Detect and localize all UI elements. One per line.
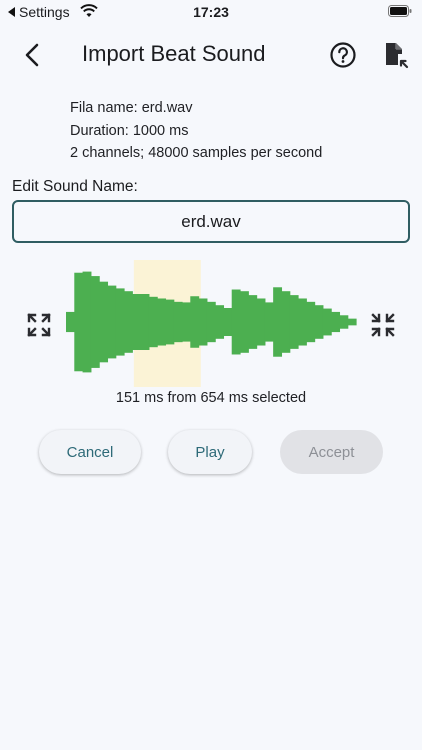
accept-button[interactable]: Accept [280, 430, 383, 474]
waveform-bar [173, 301, 183, 343]
waveform-bar [124, 291, 133, 353]
waveform-bar [107, 285, 117, 359]
waveform-bar [273, 287, 283, 357]
status-bar: Settings 17:23 [0, 0, 422, 24]
waveform-bar [248, 295, 258, 349]
waveform-bar [347, 318, 357, 326]
app-bar: Import Beat Sound [0, 32, 422, 78]
waveform-bar [182, 302, 191, 342]
waveform-bar [306, 301, 316, 343]
file-import-icon [386, 43, 409, 69]
edit-sound-name-label: Edit Sound Name: [12, 178, 138, 195]
waveform-bar [298, 298, 307, 346]
waveform-bar [206, 301, 216, 343]
waveform-bar [198, 298, 208, 346]
file-import-button[interactable] [380, 40, 410, 70]
waveform-bars [66, 271, 357, 373]
waveform-bar [157, 298, 167, 346]
sound-name-input[interactable] [12, 200, 410, 243]
battery-icon [388, 5, 412, 17]
format-line: 2 channels; 48000 samples per second [70, 145, 323, 161]
waveform-bar [339, 315, 349, 329]
selection-info: 151 ms from 654 ms selected [115, 390, 307, 406]
file-info: Fila name: erd.wav Duration: 1000 ms 2 c… [70, 97, 322, 165]
waveform[interactable] [0, 258, 422, 390]
play-button[interactable]: Play [168, 430, 252, 474]
page-title: Import Beat Sound [82, 41, 266, 66]
waveform-bar [66, 311, 75, 333]
waveform-bar [148, 296, 158, 348]
waveform-bar [256, 298, 266, 346]
duration-line: Duration: 1000 ms [70, 122, 189, 139]
waveform-bar [99, 281, 109, 363]
waveform-bar [190, 296, 200, 348]
help-circle-icon [330, 42, 356, 68]
waveform-bar [264, 302, 274, 342]
waveform-bar [82, 271, 92, 373]
waveform-bar [115, 288, 125, 356]
waveform-bar [215, 305, 225, 339]
waveform-bar [331, 311, 341, 333]
help-button[interactable] [328, 40, 358, 70]
cancel-button[interactable]: Cancel [39, 430, 141, 474]
waveform-bar [289, 295, 299, 349]
waveform-bar [90, 276, 100, 368]
waveform-bar [231, 289, 241, 355]
collapse-icon[interactable] [370, 312, 396, 338]
waveform-bar [281, 291, 291, 353]
file-name-line: Fila name: erd.wav [70, 100, 193, 116]
status-time: 17:23 [193, 4, 229, 20]
waveform-bar [165, 299, 175, 345]
back-button[interactable] [18, 40, 48, 70]
waveform-bar [322, 308, 332, 336]
waveform-bar [223, 308, 233, 336]
waveform-bar [140, 294, 150, 350]
waveform-bar [74, 272, 84, 372]
arrow-back-icon [25, 43, 39, 67]
waveform-bar [314, 305, 324, 339]
waveform-bar [240, 291, 249, 353]
waveform-bar [132, 294, 142, 350]
